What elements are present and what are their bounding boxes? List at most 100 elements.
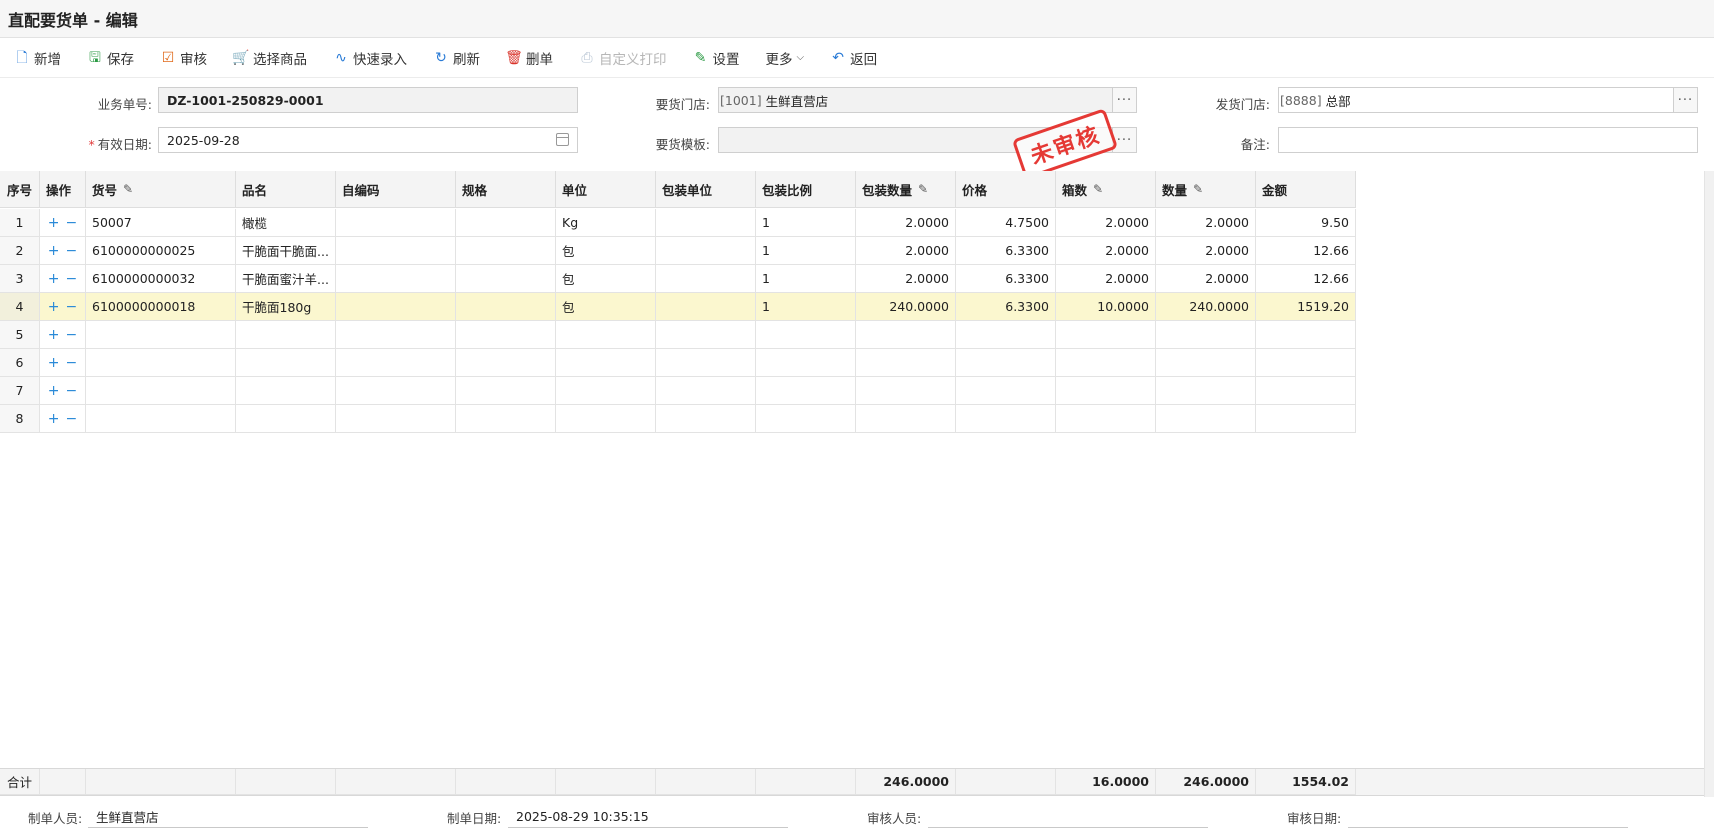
req-store-picker-button[interactable]: ··· <box>1112 88 1136 112</box>
remove-row-icon[interactable]: − <box>66 383 78 399</box>
column-header[interactable]: 价格 <box>956 171 1056 208</box>
remove-row-icon[interactable]: − <box>66 411 78 427</box>
remove-row-icon[interactable]: − <box>66 271 78 287</box>
table-cell[interactable] <box>956 377 1056 405</box>
table-cell[interactable]: 12.66 <box>1256 237 1356 265</box>
table-cell[interactable] <box>456 265 556 293</box>
column-header[interactable]: 金额 <box>1256 171 1356 208</box>
table-cell[interactable] <box>656 405 756 433</box>
remark-field[interactable] <box>1278 127 1698 153</box>
table-cell[interactable] <box>856 377 956 405</box>
table-cell[interactable] <box>336 293 456 321</box>
table-cell[interactable] <box>456 377 556 405</box>
table-cell[interactable]: 6.3300 <box>956 265 1056 293</box>
table-cell[interactable]: 240.0000 <box>856 293 956 321</box>
column-header[interactable]: 单位 <box>556 171 656 208</box>
remove-row-icon[interactable]: − <box>66 215 78 231</box>
table-cell[interactable] <box>1256 321 1356 349</box>
table-cell[interactable] <box>756 377 856 405</box>
table-cell[interactable]: 干脆面干脆面... <box>236 237 336 265</box>
table-cell[interactable] <box>336 377 456 405</box>
table-cell[interactable] <box>1256 349 1356 377</box>
add-row-icon[interactable]: + <box>48 271 60 287</box>
table-cell[interactable]: 包 <box>556 265 656 293</box>
toolbar-button-6[interactable]: 🗑 删单 <box>505 45 553 71</box>
table-cell[interactable]: 2.0000 <box>1156 237 1256 265</box>
column-header[interactable]: 品名 <box>236 171 336 208</box>
table-cell[interactable]: 2.0000 <box>856 209 956 237</box>
table-cell[interactable] <box>456 293 556 321</box>
add-row-icon[interactable]: + <box>48 243 60 259</box>
table-cell[interactable]: 1 <box>756 293 856 321</box>
table-cell[interactable]: 干脆面180g <box>236 293 336 321</box>
table-cell[interactable]: 50007 <box>86 209 236 237</box>
table-cell[interactable] <box>656 237 756 265</box>
table-cell[interactable]: 10.0000 <box>1056 293 1156 321</box>
add-row-icon[interactable]: + <box>48 355 60 371</box>
table-cell[interactable] <box>856 321 956 349</box>
column-header[interactable]: 操作 <box>40 171 86 208</box>
toolbar-button-4[interactable]: ∿ 快速录入 <box>333 45 407 71</box>
ship-store-field[interactable]: [8888] 总部 ··· <box>1278 87 1698 113</box>
add-row-icon[interactable]: + <box>48 299 60 315</box>
table-cell[interactable] <box>556 377 656 405</box>
column-header[interactable]: 货号 ✎ <box>86 171 236 208</box>
column-header[interactable]: 序号 <box>0 171 40 208</box>
table-cell[interactable] <box>236 321 336 349</box>
table-cell[interactable]: 2.0000 <box>1156 209 1256 237</box>
table-cell[interactable]: 2.0000 <box>856 265 956 293</box>
table-cell[interactable] <box>86 349 236 377</box>
table-cell[interactable] <box>656 349 756 377</box>
table-cell[interactable] <box>756 349 856 377</box>
table-cell[interactable] <box>1256 377 1356 405</box>
table-cell[interactable]: 2.0000 <box>1056 265 1156 293</box>
column-header[interactable]: 规格 <box>456 171 556 208</box>
table-row[interactable]: 8 + − <box>0 405 1358 433</box>
remove-row-icon[interactable]: − <box>66 299 78 315</box>
table-cell[interactable]: 6100000000018 <box>86 293 236 321</box>
table-cell[interactable]: 包 <box>556 237 656 265</box>
valid-date-field[interactable]: 2025-09-28 <box>158 127 578 153</box>
table-row[interactable]: 2 + −6100000000025 干脆面干脆面... 包 1 2.0000 6.3300 2… <box>0 237 1358 265</box>
table-cell[interactable] <box>1056 377 1156 405</box>
toolbar-button-1[interactable]: 🖫 保存 <box>87 45 134 71</box>
remove-row-icon[interactable]: − <box>66 243 78 259</box>
table-cell[interactable]: 1 <box>756 209 856 237</box>
table-row[interactable]: 3 + −6100000000032 干脆面蜜汁羊... 包 1 2.0000 6.3300 2… <box>0 265 1358 293</box>
column-header[interactable]: 包装单位 <box>656 171 756 208</box>
table-cell[interactable] <box>456 209 556 237</box>
table-row[interactable]: 1 + −50007 橄榄 Kg 1 2.0000 4.7500 2.0000 2.0000 9.5… <box>0 209 1358 237</box>
table-cell[interactable]: 12.66 <box>1256 265 1356 293</box>
column-header[interactable]: 数量 ✎ <box>1156 171 1256 208</box>
table-row[interactable]: 6 + − <box>0 349 1358 377</box>
table-cell[interactable]: 1519.20 <box>1256 293 1356 321</box>
table-cell[interactable] <box>236 349 336 377</box>
table-cell[interactable] <box>956 349 1056 377</box>
toolbar-button-5[interactable]: ↻ 刷新 <box>433 45 480 71</box>
toolbar-button-10[interactable]: ↶ 返回 <box>830 45 877 71</box>
table-cell[interactable] <box>456 349 556 377</box>
table-cell[interactable] <box>1156 405 1256 433</box>
table-row[interactable]: 5 + − <box>0 321 1358 349</box>
table-row[interactable]: 4 + −6100000000018 干脆面180g 包 1 240.0000 6.3300 1… <box>0 293 1358 321</box>
toolbar-button-3[interactable]: 🛒 选择商品 <box>232 45 307 71</box>
table-cell[interactable]: 240.0000 <box>1156 293 1256 321</box>
toolbar-button-7[interactable]: ⎙ 自定义打印 <box>579 45 666 71</box>
table-cell[interactable] <box>856 349 956 377</box>
table-cell[interactable] <box>556 349 656 377</box>
column-header[interactable]: 自编码 <box>336 171 456 208</box>
table-cell[interactable] <box>656 321 756 349</box>
remove-row-icon[interactable]: − <box>66 355 78 371</box>
table-cell[interactable] <box>756 321 856 349</box>
table-cell[interactable] <box>756 405 856 433</box>
table-cell[interactable] <box>336 405 456 433</box>
table-cell[interactable] <box>556 405 656 433</box>
table-cell[interactable]: 2.0000 <box>1056 209 1156 237</box>
table-row[interactable]: 7 + − <box>0 377 1358 405</box>
table-cell[interactable] <box>336 237 456 265</box>
table-cell[interactable] <box>656 265 756 293</box>
table-cell[interactable] <box>656 377 756 405</box>
table-cell[interactable] <box>86 405 236 433</box>
table-cell[interactable] <box>1256 405 1356 433</box>
table-cell[interactable]: 6.3300 <box>956 237 1056 265</box>
